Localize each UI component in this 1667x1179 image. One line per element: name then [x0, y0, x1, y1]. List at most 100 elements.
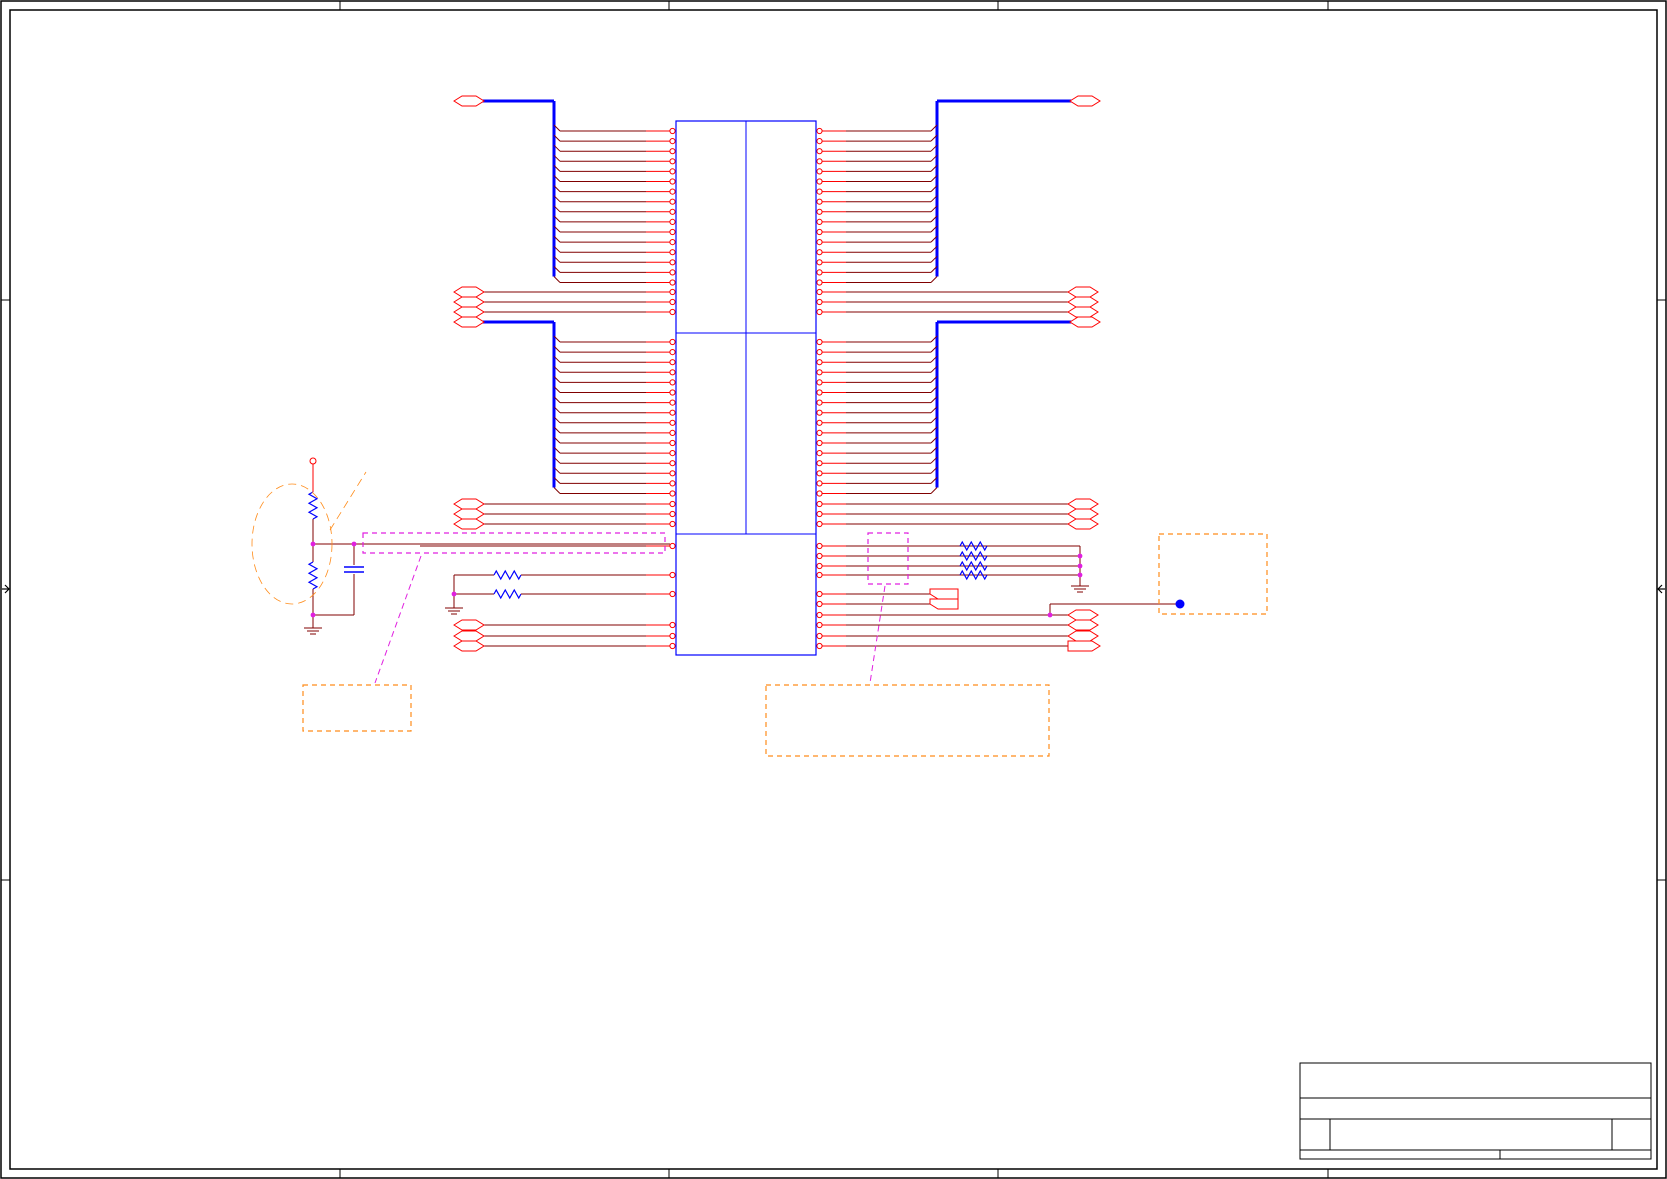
pin-end [816, 590, 823, 598]
net-port [453, 316, 485, 328]
bus-entry [930, 276, 938, 283]
pin-end [816, 249, 823, 256]
resistor-icon [959, 540, 988, 552]
pin-end [816, 621, 823, 629]
pin-end [816, 127, 823, 135]
pin-end [669, 621, 676, 629]
pin-end [669, 399, 676, 406]
net-port [453, 286, 485, 298]
pin-end [669, 208, 676, 215]
net-port [1067, 640, 1101, 652]
pin-end [816, 259, 823, 266]
pin-end [669, 138, 676, 145]
bus-entry [930, 487, 938, 494]
pin-end [669, 349, 676, 356]
schematic-sheet [0, 0, 1667, 1179]
junction-dot [1047, 612, 1053, 618]
pin-end [669, 239, 676, 246]
net-port [1067, 508, 1099, 520]
pin-end [669, 148, 676, 155]
net-port [1067, 286, 1099, 298]
pin-end [816, 632, 823, 640]
pin-end [816, 429, 823, 436]
net-port [1067, 518, 1099, 530]
pin-end [669, 480, 676, 487]
net-port [453, 95, 485, 107]
pin-end [669, 228, 676, 236]
pin-end [816, 269, 823, 276]
pin-end [669, 642, 676, 650]
pin-end [669, 520, 676, 528]
pin-end [816, 228, 823, 236]
pin-end [669, 460, 676, 467]
pin-end [816, 168, 823, 175]
leader-line [869, 585, 886, 684]
net-port [1067, 630, 1099, 642]
junction-dot [1077, 563, 1083, 569]
net-port [453, 498, 485, 510]
resistor-icon [959, 550, 988, 562]
pin-end [669, 450, 676, 457]
pin-end [816, 138, 823, 145]
pin-end [669, 308, 676, 316]
pin-end [816, 480, 823, 487]
resistor-icon [959, 569, 988, 581]
pin-end [816, 571, 823, 579]
pin-end [669, 429, 676, 436]
net-port [1069, 95, 1101, 107]
pin-end [669, 158, 676, 165]
ic-component [675, 120, 817, 656]
highlight-box [362, 532, 666, 554]
pin-end [816, 470, 823, 477]
pin-end [816, 419, 823, 426]
pin-end [816, 450, 823, 457]
inner-border [9, 9, 1658, 1170]
net-ports [453, 95, 1101, 652]
note-box [1158, 533, 1268, 615]
pin-end [816, 308, 823, 316]
pin-end [816, 490, 823, 497]
power-port-icon [309, 457, 317, 465]
highlight-box [867, 532, 909, 585]
pin-end [816, 611, 823, 619]
test-point-icon [1175, 599, 1185, 609]
pin-end [669, 269, 676, 276]
pin-end [816, 542, 823, 550]
pin-end [669, 439, 676, 447]
net-port [453, 518, 485, 530]
pin-end [669, 542, 676, 550]
pin-end [816, 218, 823, 225]
net-port [453, 630, 485, 642]
net-port [929, 588, 959, 600]
resistor-icon [493, 588, 522, 600]
pin-end [669, 490, 676, 497]
pin-end [816, 239, 823, 246]
pin-end [669, 419, 676, 426]
pin-end [816, 359, 823, 366]
net-port [453, 640, 485, 652]
junction-dot [1077, 553, 1083, 559]
pin-end [669, 259, 676, 266]
pin-end [816, 198, 823, 205]
pin-end [816, 379, 823, 386]
schematic-canvas [0, 0, 1667, 1179]
pin-end [669, 470, 676, 477]
pin-end [669, 198, 676, 205]
pin-end [816, 552, 823, 560]
net-port [1069, 316, 1101, 328]
bus-entry [553, 487, 561, 494]
pin-end [669, 279, 676, 286]
pin-end [669, 168, 676, 175]
pin-end [816, 439, 823, 447]
pin-end [816, 279, 823, 286]
pin-end [669, 298, 676, 306]
leader-line [374, 555, 422, 684]
net-port [1067, 498, 1099, 510]
pin-end [816, 460, 823, 467]
pin-end [816, 389, 823, 396]
junction-dot [310, 612, 316, 618]
pin-end [816, 338, 823, 346]
net-port [1067, 619, 1099, 631]
junction-dot [451, 591, 457, 597]
pin-end [816, 178, 823, 185]
